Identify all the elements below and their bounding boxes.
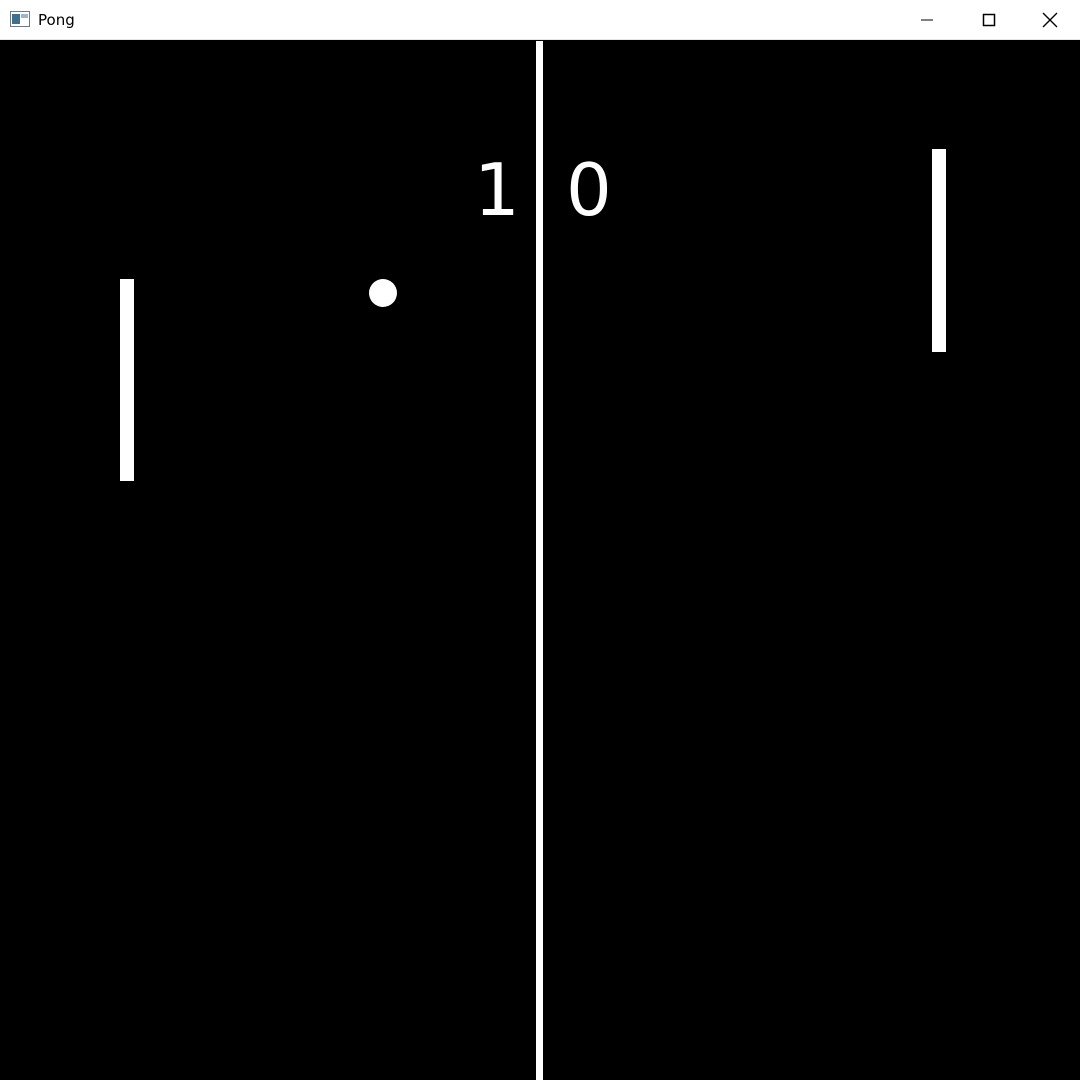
center-net-line	[536, 41, 543, 1080]
window-title: Pong	[38, 11, 75, 29]
pong-window: Pong 1 0	[0, 0, 1080, 1080]
maximize-button[interactable]	[958, 0, 1020, 40]
left-paddle	[120, 279, 134, 481]
maximize-icon	[982, 13, 996, 27]
score-left-player: 1	[474, 148, 520, 232]
ball	[369, 279, 397, 307]
minimize-icon	[921, 19, 933, 21]
app-icon	[10, 11, 30, 27]
score-right-player: 0	[566, 148, 612, 232]
close-icon	[1042, 12, 1058, 28]
close-button[interactable]	[1019, 0, 1080, 40]
minimize-button[interactable]	[896, 0, 958, 40]
title-bar[interactable]: Pong	[0, 0, 1080, 40]
right-paddle	[932, 149, 946, 352]
game-canvas[interactable]: 1 0	[0, 41, 1080, 1080]
